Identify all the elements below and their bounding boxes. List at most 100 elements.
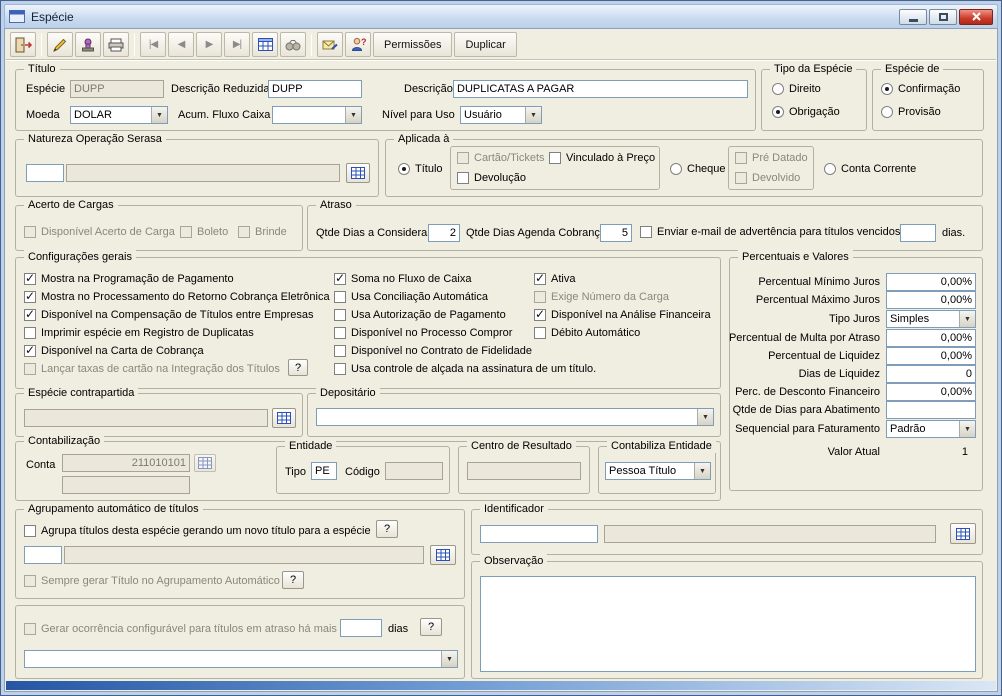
perc-min-juros-input[interactable] <box>886 273 976 291</box>
checkbox-devolucao[interactable]: Devolução <box>457 171 526 185</box>
lookup-grid-icon <box>436 549 450 561</box>
duplicar-button[interactable]: Duplicar <box>454 32 517 57</box>
radio-conta-corrente[interactable]: Conta Corrente <box>824 162 916 176</box>
checkbox-debito-automatico[interactable]: Débito Automático <box>534 326 640 340</box>
radio-cheque[interactable]: Cheque <box>670 162 726 176</box>
agrupa-help-button[interactable]: ? <box>376 520 398 538</box>
edit-button[interactable] <box>47 32 73 57</box>
search-button[interactable] <box>280 32 306 57</box>
maximize-button[interactable] <box>929 8 957 25</box>
send-button[interactable] <box>317 32 343 57</box>
checkbox-mostra-programacao-pagamento[interactable]: Mostra na Programação de Pagamento <box>24 271 234 286</box>
nav-next-button[interactable]: ▶ <box>196 32 222 57</box>
email-dias-input[interactable] <box>900 224 936 242</box>
checkbox-analise-financeira[interactable]: Disponível na Análise Financeira <box>534 307 711 322</box>
sempre-gerar-help-button[interactable]: ? <box>282 571 304 589</box>
ocorrencia-dias-input[interactable] <box>340 619 382 637</box>
ocorrencia-combobox[interactable] <box>24 650 458 668</box>
titlebar[interactable]: Espécie <box>4 4 998 28</box>
radio-direito[interactable]: Direito <box>772 82 821 96</box>
perc-max-juros-input[interactable] <box>886 291 976 309</box>
close-button[interactable] <box>959 8 993 25</box>
minimize-button[interactable] <box>899 8 927 25</box>
chevron-down-icon <box>525 107 541 123</box>
perc-liquidez-input[interactable] <box>886 347 976 365</box>
acum-fluxo-combobox[interactable] <box>272 106 362 124</box>
radio-provisao[interactable]: Provisão <box>881 105 941 119</box>
radio-dot <box>670 163 682 175</box>
dias-liquidez-input[interactable] <box>886 365 976 383</box>
checkbox-ativa[interactable]: Ativa <box>534 271 575 286</box>
nav-last-button[interactable]: ▶| <box>224 32 250 57</box>
group-centro-legend: Centro de Resultado <box>467 439 576 453</box>
checkbox-mostra-retorno-cobranca[interactable]: Mostra no Processamento do Retorno Cobra… <box>24 289 330 304</box>
group-contrapartida-legend: Espécie contrapartida <box>24 386 139 400</box>
group-percentuais-legend: Percentuais e Valores <box>738 250 853 264</box>
stamp-icon <box>82 38 94 51</box>
checkbox-enviar-email[interactable]: Enviar e-mail de advertência para título… <box>640 225 910 239</box>
identificador-lookup-button[interactable] <box>950 523 976 544</box>
permissoes-button[interactable]: Permissões <box>373 32 453 57</box>
agrupa-lookup-button[interactable] <box>430 545 456 565</box>
taxas-cartao-help-button[interactable]: ? <box>288 359 308 376</box>
exit-button[interactable] <box>10 32 36 57</box>
tipo-juros-combobox[interactable]: Simples <box>886 310 976 328</box>
checkbox-processo-compror[interactable]: Disponível no Processo Compror <box>334 326 512 340</box>
qtde-dias-agenda-input[interactable] <box>600 224 632 242</box>
observacao-textarea[interactable] <box>480 576 976 672</box>
checkbox-label: Devolvido <box>752 172 801 184</box>
entidade-tipo-input[interactable] <box>311 462 337 480</box>
checkbox-label: Pré Datado <box>752 152 808 164</box>
user-button[interactable]: ? <box>345 32 371 57</box>
stamp-button[interactable] <box>75 32 101 57</box>
checkbox-autorizacao-pagamento[interactable]: Usa Autorização de Pagamento <box>334 308 506 322</box>
checkbox-label: Mostra na Programação de Pagamento <box>41 273 234 285</box>
checkbox-contrato-fidelidade[interactable]: Disponível no Contrato de Fidelidade <box>334 344 532 358</box>
group-aplicada-a: Aplicada à Título Cartão/Tickets Vincula… <box>385 132 983 197</box>
checkbox-compensacao-titulos[interactable]: Disponível na Compensação de Títulos ent… <box>24 307 314 322</box>
checkbox-exige-numero-carga: Exige Número da Carga <box>534 290 669 304</box>
nav-first-button[interactable]: |◀ <box>140 32 166 57</box>
qtde-dias-considerar-input[interactable] <box>428 224 460 242</box>
contabiliza-entidade-value: Pessoa Título <box>609 465 677 477</box>
descricao-reduzida-input[interactable] <box>268 80 362 98</box>
checkbox-carta-cobranca[interactable]: Disponível na Carta de Cobrança <box>24 343 204 358</box>
radio-confirmacao[interactable]: Confirmação <box>881 82 960 96</box>
toolbar-separator <box>311 33 312 56</box>
radio-titulo[interactable]: Título <box>398 162 443 176</box>
radio-obrigacao[interactable]: Obrigação <box>772 105 840 119</box>
checkbox-vinculado-preco[interactable]: Vinculado à Preço <box>549 151 655 165</box>
identificador-code-input[interactable] <box>480 525 598 543</box>
checkbox-conciliacao-automatica[interactable]: Usa Conciliação Automática <box>334 290 488 304</box>
group-natureza-legend: Natureza Operação Serasa <box>24 132 166 146</box>
sequencial-faturamento-combobox[interactable]: Padrão <box>886 420 976 438</box>
contabiliza-entidade-combobox[interactable]: Pessoa Título <box>605 462 711 480</box>
group-config-legend: Configurações gerais <box>24 250 136 264</box>
grid-view-button[interactable] <box>252 32 278 57</box>
checkbox-agrupa-titulos[interactable]: Agrupa títulos desta espécie gerando um … <box>24 524 371 538</box>
natureza-lookup-button[interactable] <box>346 163 370 183</box>
maximize-icon <box>938 12 948 21</box>
moeda-combobox[interactable]: DOLAR <box>70 106 168 124</box>
contrapartida-lookup-button[interactable] <box>272 408 296 428</box>
descricao-input[interactable] <box>453 80 748 98</box>
print-button[interactable] <box>103 32 129 57</box>
checkbox-imprimir-registro-duplicatas[interactable]: Imprimir espécie em Registro de Duplicat… <box>24 326 254 340</box>
perc-desconto-financeiro-label: Perc. de Desconto Financeiro <box>735 386 880 398</box>
nivel-uso-combobox[interactable]: Usuário <box>460 106 542 124</box>
nivel-uso-label: Nível para Uso <box>382 109 455 121</box>
group-natureza-serasa: Natureza Operação Serasa <box>15 132 379 197</box>
checkbox-controle-alcada[interactable]: Usa controle de alçada na assinatura de … <box>334 362 596 376</box>
valor-atual-value: 1 <box>961 446 968 458</box>
natureza-code-input[interactable] <box>26 164 64 182</box>
agrupa-especie-code-input[interactable] <box>24 546 62 564</box>
perc-multa-atraso-input[interactable] <box>886 329 976 347</box>
group-contabilizacao-legend: Contabilização <box>24 434 105 448</box>
ocorrencia-help-button[interactable]: ? <box>420 618 442 636</box>
perc-desconto-financeiro-input[interactable] <box>886 383 976 401</box>
depositario-combobox[interactable] <box>316 408 714 426</box>
checkbox-soma-fluxo-caixa[interactable]: Soma no Fluxo de Caixa <box>334 271 471 286</box>
sequencial-faturamento-value: Padrão <box>890 423 926 435</box>
nav-prev-button[interactable]: ◀ <box>168 32 194 57</box>
qtde-dias-abatimento-input[interactable] <box>886 401 976 419</box>
